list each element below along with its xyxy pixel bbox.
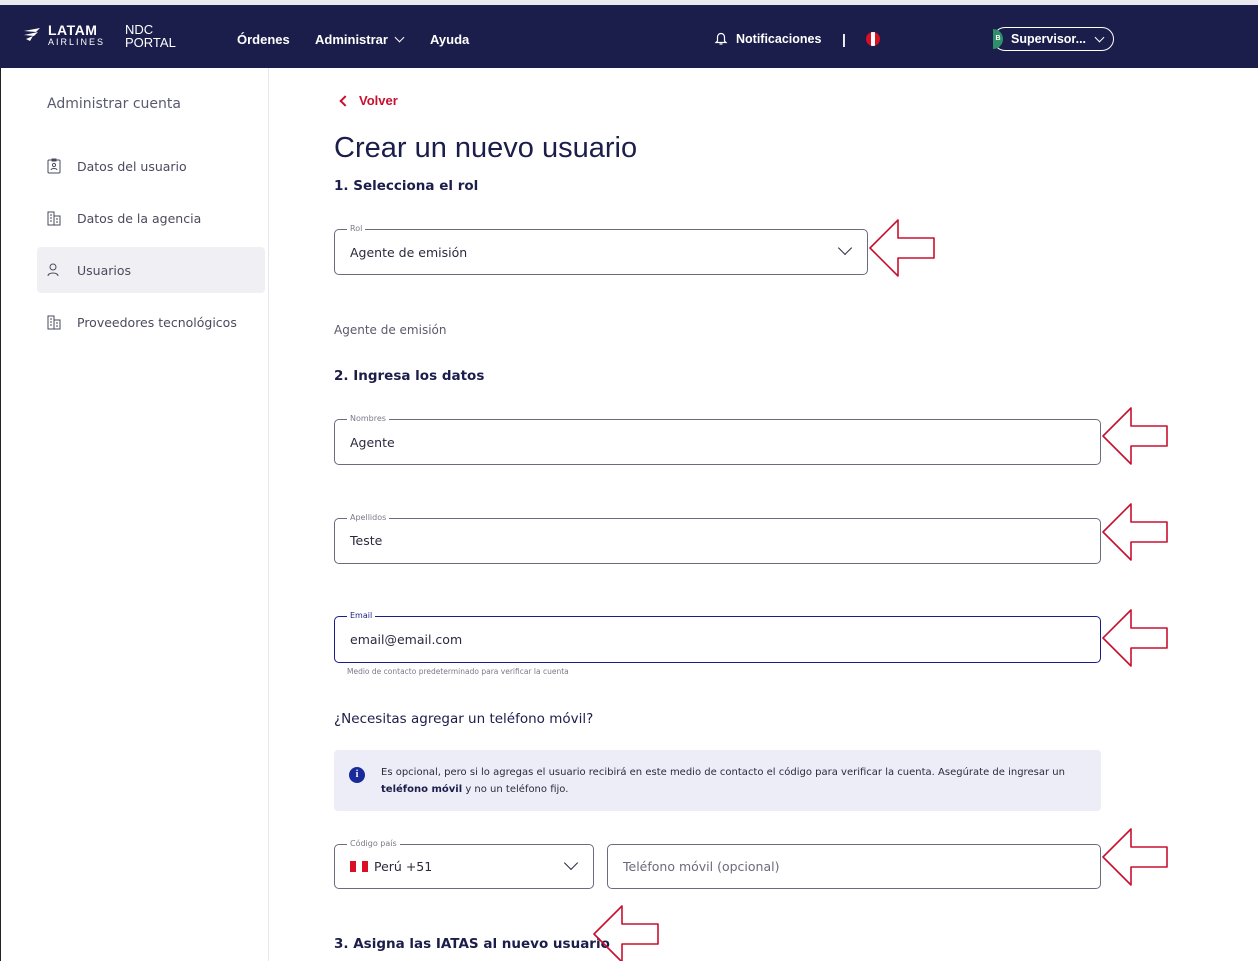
chevron-down-icon — [837, 240, 853, 256]
avatar: B — [993, 29, 1003, 49]
latam-logo-icon — [24, 28, 40, 41]
country-code-label: Código país — [347, 838, 400, 850]
building-icon — [47, 211, 61, 226]
info-banner: i Es opcional, pero si lo agregas el usu… — [334, 750, 1101, 811]
page-title: Crear un nuevo usuario — [334, 132, 638, 164]
nav-administrar-label: Administrar — [315, 32, 388, 47]
sidebar-title: Administrar cuenta — [47, 96, 181, 112]
country-code-text: Perú +51 — [374, 859, 433, 874]
sidebar-item-datos-agencia[interactable]: Datos de la agencia — [37, 195, 265, 241]
chevron-down-icon — [563, 855, 579, 871]
user-role-label: Supervisor... — [1011, 32, 1087, 46]
nav-administrar[interactable]: Administrar — [315, 32, 405, 47]
annotation-arrow-icon — [593, 905, 659, 961]
notifications-button[interactable]: Notificaciones — [714, 32, 821, 46]
email-label: Email — [347, 610, 376, 622]
logo-subtitle: AIRLINES — [48, 37, 106, 47]
country-code-select[interactable]: Código país Perú +51 — [334, 838, 594, 889]
sidebar-item-datos-usuario[interactable]: Datos del usuario — [37, 143, 265, 189]
mobile-phone-input[interactable]: Teléfono móvil (opcional) — [607, 844, 1101, 889]
latam-logo[interactable]: LATAM AIRLINES — [22, 23, 105, 47]
chevron-left-icon — [339, 94, 351, 107]
sidebar-item-proveedores[interactable]: Proveedores tecnológicos — [37, 299, 265, 345]
last-name-label: Apellidos — [347, 512, 390, 524]
step-1-heading: 1. Selecciona el rol — [334, 178, 479, 194]
first-name-label: Nombres — [347, 413, 389, 425]
portal-line-2: PORTAL — [125, 35, 176, 50]
annotation-arrow-icon — [1102, 407, 1168, 465]
portal-name: NDC PORTAL — [125, 23, 176, 49]
step-3-heading: 3. Asigna las IATAS al nuevo usuario — [334, 936, 610, 952]
info-text-part-1: Es opcional, pero si lo agregas el usuar… — [381, 767, 1065, 778]
user-icon — [47, 263, 59, 277]
role-select-value: Agente de emisión — [350, 245, 468, 260]
info-icon: i — [349, 767, 365, 783]
info-text-bold: teléfono móvil — [381, 784, 463, 795]
email-value: email@email.com — [350, 632, 463, 647]
back-label: Volver — [359, 93, 398, 108]
sidebar-item-label: Datos del usuario — [77, 158, 187, 174]
sidebar-item-label: Datos de la agencia — [77, 210, 202, 226]
email-helper-text: Medio de contacto predeterminado para ve… — [347, 667, 569, 676]
annotation-arrow-icon — [1102, 503, 1168, 561]
back-link[interactable]: Volver — [339, 93, 398, 108]
notifications-label: Notificaciones — [736, 32, 822, 46]
chevron-down-icon — [394, 32, 405, 43]
bell-icon — [714, 32, 728, 45]
sidebar-item-label: Proveedores tecnológicos — [77, 314, 237, 330]
first-name-field[interactable]: Nombres Agente — [334, 413, 1101, 465]
phone-question: ¿Necesitas agregar un teléfono móvil? — [334, 711, 594, 727]
top-navigation-bar: LATAM AIRLINES NDC PORTAL Órdenes Admini… — [0, 0, 1258, 68]
peru-flag-icon[interactable] — [866, 32, 880, 46]
last-name-value: Teste — [350, 533, 383, 548]
logo-title: LATAM — [48, 22, 98, 38]
mobile-phone-placeholder: Teléfono móvil (opcional) — [623, 859, 780, 874]
user-menu-button[interactable]: B Supervisor... — [993, 27, 1114, 51]
role-select-label: Rol — [347, 223, 366, 235]
country-code-value: Perú +51 — [350, 859, 432, 874]
first-name-value: Agente — [350, 435, 395, 450]
sidebar-item-usuarios[interactable]: Usuarios — [37, 247, 265, 293]
selected-role-text: Agente de emisión — [334, 323, 447, 337]
header-separator: | — [842, 31, 846, 47]
annotation-arrow-icon — [1102, 828, 1168, 886]
last-name-field[interactable]: Apellidos Teste — [334, 512, 1101, 564]
page: LATAM AIRLINES NDC PORTAL Órdenes Admini… — [0, 0, 1258, 961]
annotation-arrow-icon — [869, 219, 935, 277]
peru-flag-icon — [350, 861, 368, 872]
chevron-down-icon — [1094, 32, 1105, 42]
sidebar: Administrar cuenta Datos del usuario Dat… — [1, 68, 269, 961]
info-banner-text: Es opcional, pero si lo agregas el usuar… — [381, 764, 1091, 798]
sidebar-item-label: Usuarios — [77, 262, 132, 278]
nav-ordenes[interactable]: Órdenes — [237, 32, 290, 47]
email-field[interactable]: Email email@email.com — [334, 610, 1101, 663]
nav-ayuda[interactable]: Ayuda — [430, 32, 469, 47]
info-text-part-2: y no un teléfono fijo. — [465, 784, 569, 795]
annotation-arrow-icon — [1102, 609, 1168, 667]
step-2-heading: 2. Ingresa los datos — [334, 368, 485, 384]
building-icon — [47, 315, 61, 330]
id-badge-icon — [47, 158, 61, 174]
role-select[interactable]: Rol Agente de emisión — [334, 223, 868, 275]
